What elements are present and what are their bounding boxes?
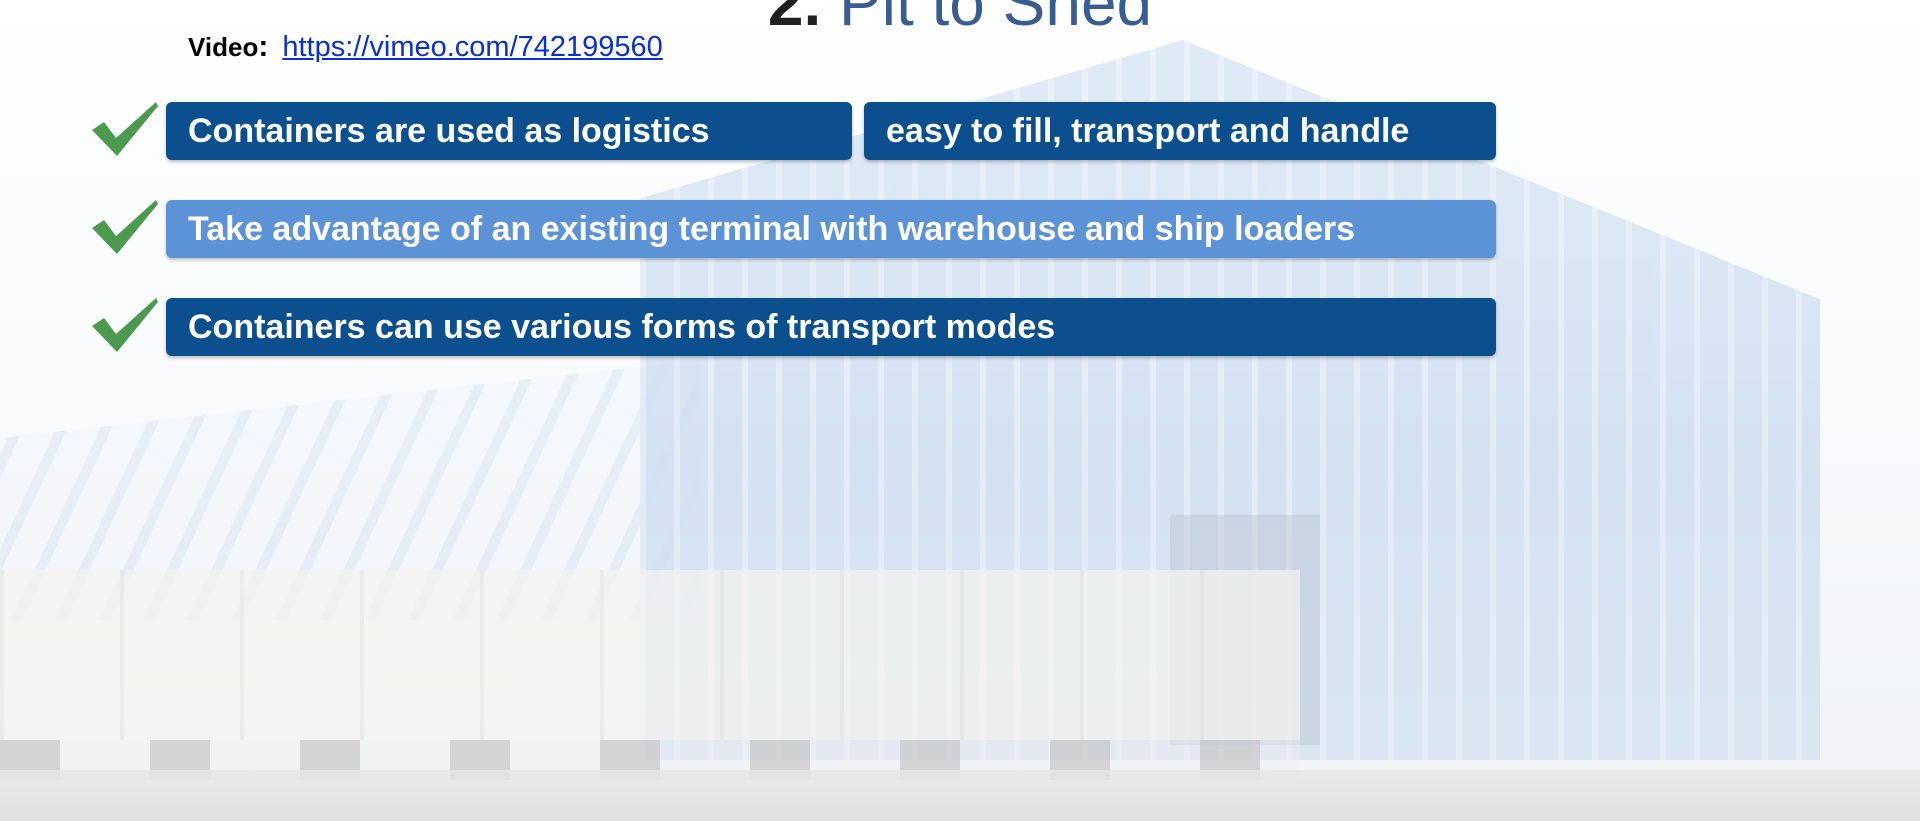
bullet-box-existing-terminal: Take advantage of an existing terminal w… [166, 200, 1496, 258]
bullet-text: Containers are used as logistics [188, 111, 710, 150]
bullet-box-transport-modes: Containers can use various forms of tran… [166, 298, 1496, 356]
bullet-box-easy-handle: easy to fill, transport and handle [864, 102, 1496, 160]
checkmark-icon [92, 200, 158, 254]
bullet-text: Containers can use various forms of tran… [188, 307, 1056, 346]
checkmark-icon [92, 298, 158, 352]
bullet-text: easy to fill, transport and handle [886, 111, 1410, 150]
video-row: Video : https://vimeo.com/742199560 [188, 30, 663, 64]
bullet-box-logistics: Containers are used as logistics [166, 102, 852, 160]
slide-title-number: 2. [767, 0, 822, 39]
video-colon: : [258, 30, 269, 63]
bullet-text: Take advantage of an existing terminal w… [188, 209, 1356, 248]
checkmark-icon [92, 102, 158, 156]
slide-title-text: Pit to Shed [839, 0, 1153, 39]
video-link[interactable]: https://vimeo.com/742199560 [282, 31, 662, 64]
video-label: Video [188, 32, 259, 62]
